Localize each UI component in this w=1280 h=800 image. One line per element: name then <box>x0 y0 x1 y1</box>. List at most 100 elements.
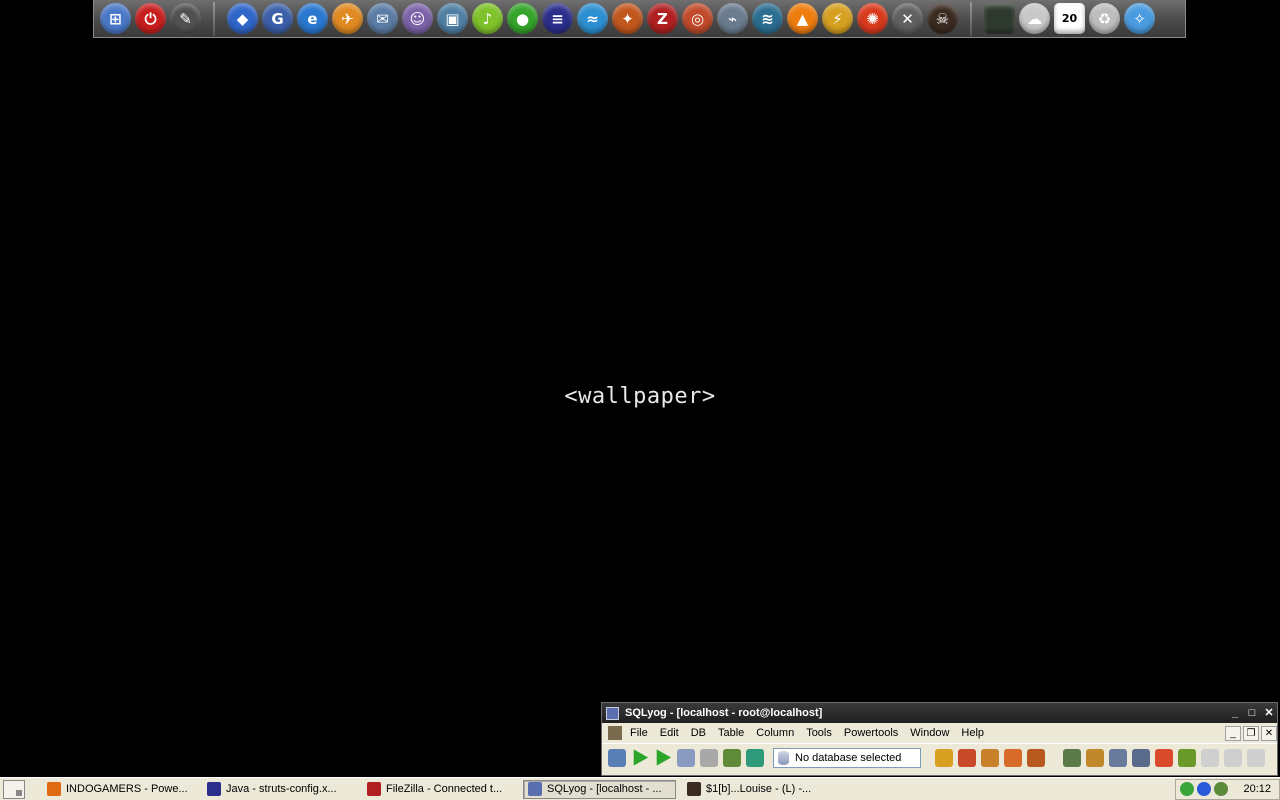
close-icon[interactable]: ✕ <box>1261 705 1277 721</box>
title-bar[interactable]: SQLyog - [localhost - root@localhost] _ … <box>602 703 1277 723</box>
menu-edit[interactable]: Edit <box>660 727 679 739</box>
bluetooth-icon[interactable] <box>1197 782 1211 796</box>
orbit-icon[interactable]: ◎ <box>682 3 713 34</box>
system-tray: 20:12 <box>1175 778 1280 800</box>
firefox-icon[interactable]: ✺ <box>857 3 888 34</box>
taskbar-button-label: Java - struts-config.x... <box>226 783 337 795</box>
wifi-icon[interactable] <box>1214 782 1228 796</box>
dock-separator <box>213 1 215 36</box>
sqlyog-window[interactable]: SQLyog - [localhost - root@localhost] _ … <box>601 702 1278 776</box>
weather-icon[interactable]: ☁ <box>1019 3 1050 34</box>
database-select-value: No database selected <box>795 751 902 764</box>
menu-tools[interactable]: Tools <box>806 727 832 739</box>
database-select[interactable]: No database selected <box>773 747 921 768</box>
taskbar-button[interactable]: $1[b]...Louise - (L) -... <box>683 780 836 799</box>
dolphin-icon[interactable]: ≈ <box>577 3 608 34</box>
wallpaper-label: <wallpaper> <box>564 384 716 409</box>
winamp-icon[interactable]: ♪ <box>472 3 503 34</box>
safari-icon[interactable]: ✧ <box>1124 3 1155 34</box>
menu-bar: File Edit DB Table Column Tools Powertoo… <box>602 723 1277 743</box>
taskbar-button[interactable]: INDOGAMERS - Powe... <box>43 780 196 799</box>
window-arrange-icon[interactable] <box>1132 748 1150 767</box>
execute-all-icon[interactable] <box>656 749 672 766</box>
taskbar-button[interactable]: SQLyog - [localhost - ... <box>523 779 676 799</box>
photo-viewer-icon[interactable]: ▣ <box>437 3 468 34</box>
task-app-icon <box>687 782 701 796</box>
disabled-tool-icon <box>1247 748 1265 767</box>
menu-db[interactable]: DB <box>691 727 706 739</box>
tux-icon[interactable]: ✎ <box>170 3 201 34</box>
taskbar-button-label: $1[b]...Louise - (L) -... <box>706 783 812 795</box>
refresh-icon[interactable] <box>723 748 741 767</box>
execute-query-icon[interactable] <box>633 749 649 766</box>
sync-icon[interactable] <box>746 748 764 767</box>
mail-icon[interactable]: ✉ <box>367 3 398 34</box>
dock-separator <box>970 1 972 36</box>
menu-window[interactable]: Window <box>910 727 949 739</box>
fireworks-icon[interactable]: ✦ <box>612 3 643 34</box>
game-icon[interactable]: ☠ <box>927 3 958 34</box>
taskbar-button[interactable]: Java - struts-config.x... <box>203 780 356 799</box>
db-connection-icon[interactable] <box>608 726 622 740</box>
task-app-icon <box>207 782 221 796</box>
task-app-icon <box>47 782 61 796</box>
gadget-icon[interactable]: ✈ <box>332 3 363 34</box>
copy-table-icon[interactable] <box>1155 748 1173 767</box>
monitor-icon[interactable] <box>984 3 1015 34</box>
mdi-close-icon[interactable]: ✕ <box>1261 725 1277 741</box>
google-icon[interactable]: G <box>262 3 293 34</box>
mdi-minimize-icon[interactable]: _ <box>1225 725 1241 741</box>
pidgin-icon[interactable]: ☺ <box>402 3 433 34</box>
recycle-bin-icon[interactable]: ♻ <box>1089 3 1120 34</box>
taskbar-button-label: INDOGAMERS - Powe... <box>66 783 188 795</box>
window-title: SQLyog - [localhost - root@localhost] <box>625 707 823 719</box>
create-table-icon[interactable] <box>935 748 953 767</box>
windows-flag-icon[interactable]: ⊞ <box>100 3 131 34</box>
winrar-icon[interactable]: ⚡ <box>822 3 853 34</box>
menu-table[interactable]: Table <box>718 727 744 739</box>
toolbar: No database selected <box>602 743 1277 771</box>
network-icon[interactable]: ⌁ <box>717 3 748 34</box>
notification-icon[interactable] <box>1004 748 1022 767</box>
menu-column[interactable]: Column <box>756 727 794 739</box>
maximize-icon[interactable]: □ <box>1244 705 1260 721</box>
box-icon[interactable]: ◆ <box>227 3 258 34</box>
vlc-icon[interactable]: ▲ <box>787 3 818 34</box>
connect-icon[interactable] <box>608 748 626 767</box>
openoffice-icon[interactable]: ≋ <box>752 3 783 34</box>
task-app-icon <box>367 782 381 796</box>
menu-file[interactable]: File <box>630 727 648 739</box>
mdi-restore-icon[interactable]: ❐ <box>1243 725 1259 741</box>
taskbar-button[interactable]: FileZilla - Connected t... <box>363 780 516 799</box>
disabled-paste-icon <box>1224 748 1242 767</box>
eclipse-icon[interactable]: ≡ <box>542 3 573 34</box>
taskbar-button-label: SQLyog - [localhost - ... <box>547 783 662 795</box>
table-data-icon[interactable] <box>677 748 695 767</box>
power-icon[interactable]: ⏻ <box>135 3 166 34</box>
internet-explorer-icon[interactable]: e <box>297 3 328 34</box>
minimize-icon[interactable]: _ <box>1227 705 1243 721</box>
search-icon[interactable] <box>1109 748 1127 767</box>
menu-powertools[interactable]: Powertools <box>844 727 898 739</box>
filezilla-icon[interactable]: Z <box>647 3 678 34</box>
export-icon[interactable] <box>700 748 718 767</box>
tools-icon[interactable]: ✕ <box>892 3 923 34</box>
taskbar-button-label: FileZilla - Connected t... <box>386 783 503 795</box>
clean-icon[interactable] <box>1086 748 1104 767</box>
taskbar: INDOGAMERS - Powe... Java - struts-config… <box>0 777 1280 800</box>
users-icon[interactable] <box>1063 748 1081 767</box>
show-desktop-button[interactable] <box>3 779 25 799</box>
schema-icon[interactable] <box>1027 748 1045 767</box>
restore-icon[interactable] <box>981 748 999 767</box>
network-status-icon[interactable] <box>1180 782 1194 796</box>
backup-icon[interactable] <box>958 748 976 767</box>
structure-sync-icon[interactable] <box>1178 748 1196 767</box>
sqlyog-app-icon <box>606 706 619 720</box>
calendar-icon[interactable]: 20 <box>1054 3 1085 34</box>
green-orb-icon[interactable]: ● <box>507 3 538 34</box>
clock[interactable]: 20:12 <box>1243 783 1271 795</box>
task-app-icon <box>528 782 542 796</box>
disabled-copy-icon <box>1201 748 1219 767</box>
database-icon <box>778 750 789 765</box>
menu-help[interactable]: Help <box>961 727 984 739</box>
